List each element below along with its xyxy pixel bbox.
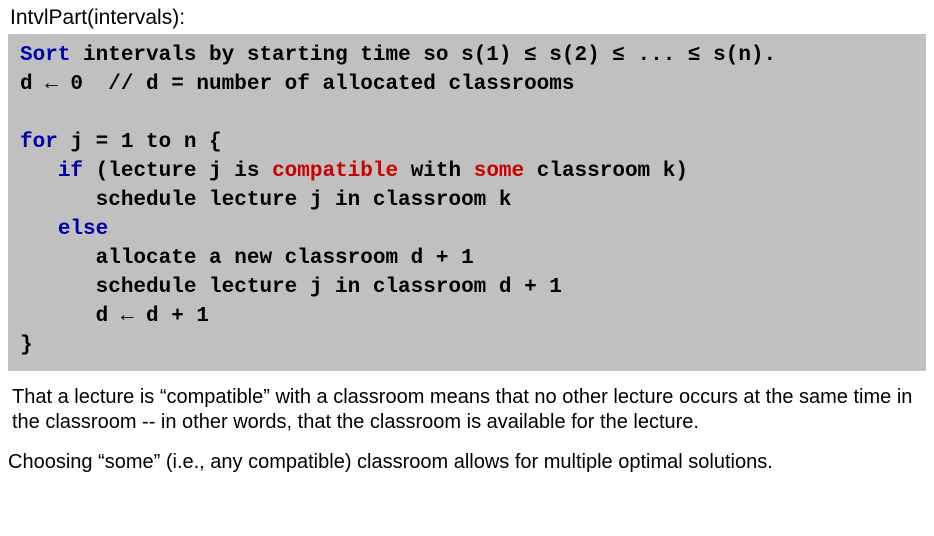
code-text: intervals by starting time so s(1) ≤ s(2… [70,44,776,67]
code-text: allocate a new classroom d + 1 [20,247,474,270]
code-text: schedule lecture j in classroom k [20,189,511,212]
code-keyword-for: for [20,131,58,154]
code-keyword-some: some [474,160,524,183]
code-keyword-compatible: compatible [272,160,398,183]
code-keyword-sort: Sort [20,44,70,67]
code-indent [20,160,58,183]
algorithm-title: IntvlPart(intervals): [10,6,926,30]
code-text: classroom k) [524,160,688,183]
code-keyword-if: if [58,160,83,183]
code-text: j = 1 to n { [58,131,222,154]
code-text: (lecture j is [83,160,272,183]
code-text: with [398,160,474,183]
code-keyword-else: else [58,218,108,241]
code-text: schedule lecture j in classroom d + 1 [20,276,562,299]
code-indent [20,218,58,241]
code-text: d ← d + 1 [20,305,209,328]
code-text: } [20,334,33,357]
explanation-paragraph-2: Choosing “some” (i.e., any compatible) c… [8,450,924,476]
code-text: d ← 0 // d = number of allocated classro… [20,73,575,96]
explanation-paragraph-1: That a lecture is “compatible” with a cl… [12,385,924,436]
pseudocode-block: Sort intervals by starting time so s(1) … [8,34,926,371]
